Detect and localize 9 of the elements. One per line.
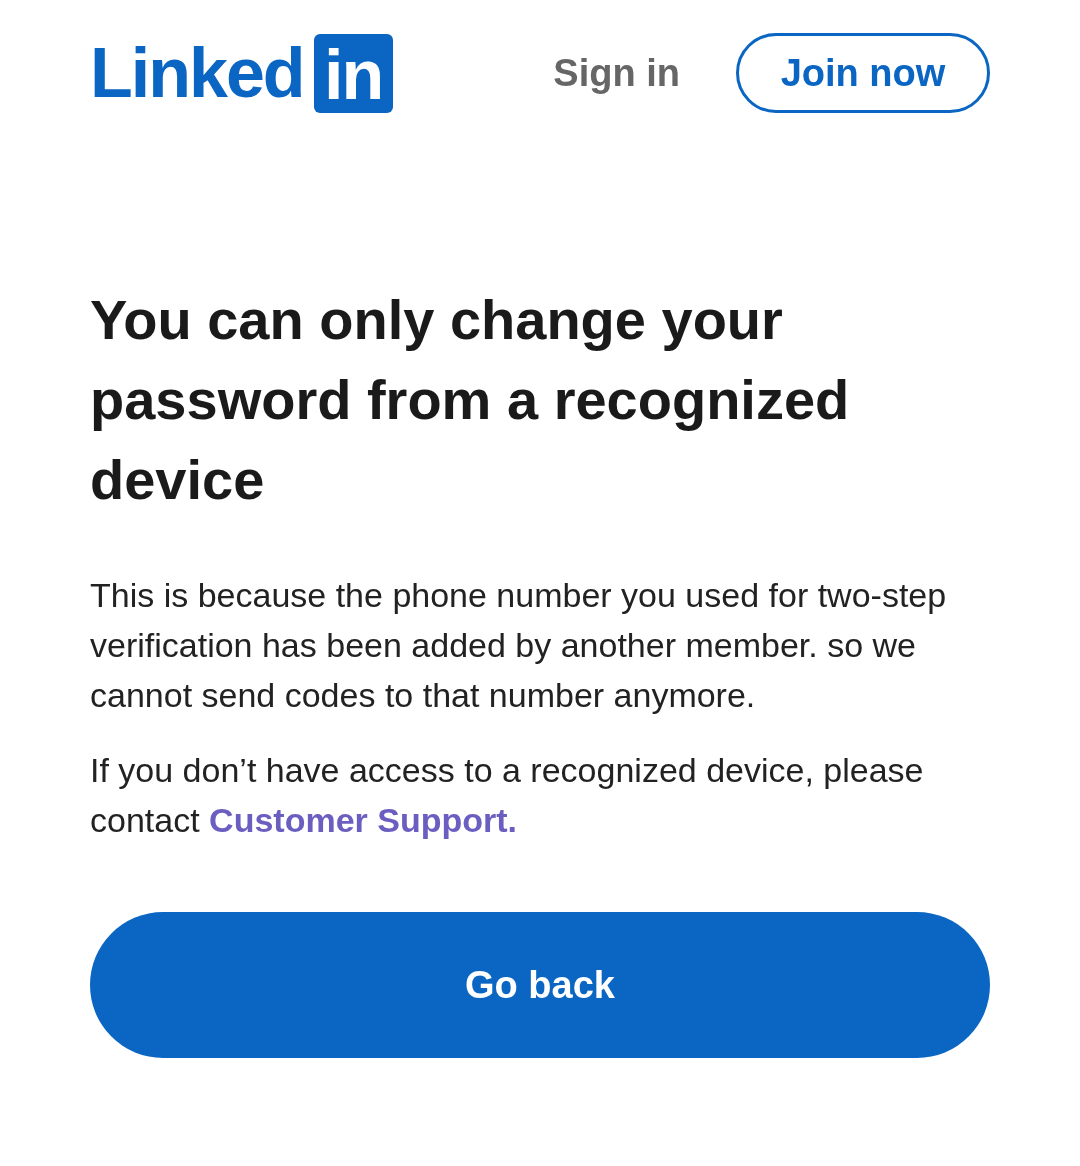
body-paragraph: This is because the phone number you used for two-step verification has been added by another member. so we cannot send codes to that number anymore.	[90, 575, 948, 716]
customer-support-link[interactable]: Customer Support.	[209, 801, 517, 839]
go-back-button[interactable]: Go back	[90, 912, 990, 1058]
body-paragraph: If you don’t have access to a recognized device, please contact Customer Support.	[90, 750, 925, 841]
page-heading: You can only change your password from a recognized device	[90, 287, 851, 513]
join-now-button[interactable]: Join now	[736, 33, 990, 113]
logo-badge: in	[313, 33, 393, 113]
logo-wordmark: Linked	[90, 33, 304, 113]
sign-in-link[interactable]: Sign in	[553, 49, 680, 97]
